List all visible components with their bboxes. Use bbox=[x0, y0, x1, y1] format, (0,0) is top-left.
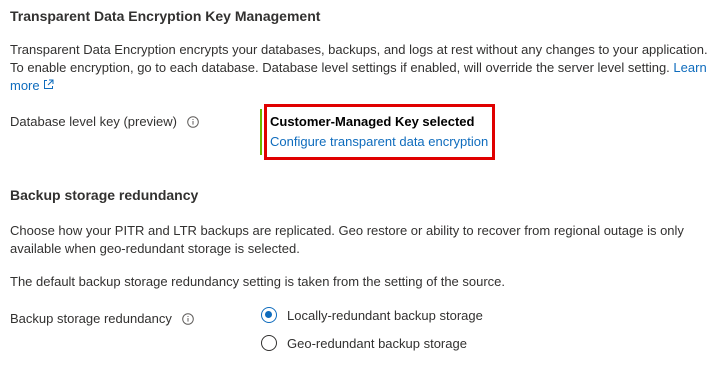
tde-description-line2: To enable encryption, go to each databas… bbox=[10, 60, 670, 75]
status-indicator-bar bbox=[260, 109, 262, 155]
backup-description-line2: available when geo-redundant storage is … bbox=[10, 241, 300, 256]
backup-description: Choose how your PITR and LTR backups are… bbox=[10, 222, 722, 258]
radio-option-geo-redundant[interactable]: Geo-redundant backup storage bbox=[261, 333, 483, 353]
learn-more-link-text: more bbox=[10, 78, 40, 93]
learn-more-link-row: more bbox=[10, 77, 722, 95]
radio-button-unchecked[interactable] bbox=[261, 335, 277, 351]
radio-option-label: Geo-redundant backup storage bbox=[287, 335, 467, 351]
learn-more-link-continued[interactable]: more bbox=[10, 78, 54, 93]
cmk-highlight-box bbox=[264, 104, 495, 160]
backup-description-line1: Choose how your PITR and LTR backups are… bbox=[10, 223, 684, 238]
backup-redundancy-radio-group: Locally-redundant backup storage Geo-red… bbox=[261, 305, 483, 353]
backup-redundancy-label-text: Backup storage redundancy bbox=[10, 311, 172, 326]
radio-option-locally-redundant[interactable]: Locally-redundant backup storage bbox=[261, 305, 483, 325]
database-level-key-label: Database level key (preview) bbox=[10, 114, 199, 129]
backup-section-title: Backup storage redundancy bbox=[10, 187, 199, 203]
radio-button-checked[interactable] bbox=[261, 307, 277, 323]
radio-option-label: Locally-redundant backup storage bbox=[287, 307, 483, 323]
tde-description-line2-row: To enable encryption, go to each databas… bbox=[10, 59, 722, 77]
info-icon[interactable] bbox=[182, 312, 194, 325]
configure-tde-link[interactable]: Configure transparent data encryption bbox=[270, 134, 488, 149]
tde-section-title: Transparent Data Encryption Key Manageme… bbox=[10, 8, 321, 24]
backup-default-note: The default backup storage redundancy se… bbox=[10, 274, 506, 289]
cmk-selected-title: Customer-Managed Key selected bbox=[270, 114, 475, 129]
backup-redundancy-label: Backup storage redundancy bbox=[10, 311, 194, 326]
external-link-icon bbox=[44, 79, 54, 89]
tde-description: Transparent Data Encryption encrypts you… bbox=[10, 41, 722, 95]
learn-more-link[interactable]: Learn bbox=[673, 60, 706, 75]
tde-description-line1: Transparent Data Encryption encrypts you… bbox=[10, 42, 708, 57]
database-level-key-label-text: Database level key (preview) bbox=[10, 114, 177, 129]
info-icon[interactable] bbox=[187, 115, 199, 128]
